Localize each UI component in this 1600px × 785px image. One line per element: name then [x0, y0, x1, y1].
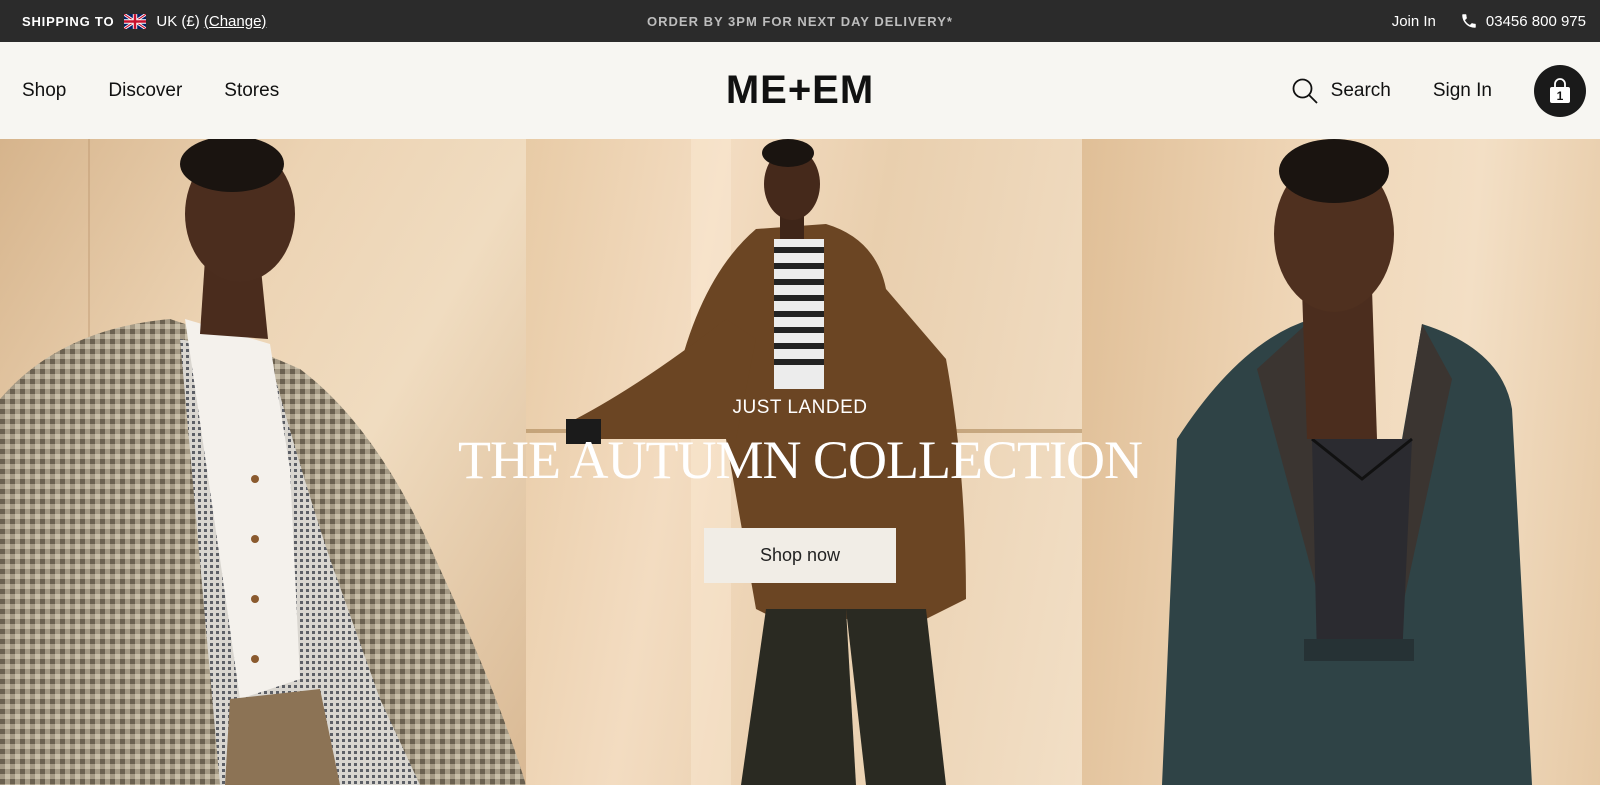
shopping-bag-icon: 1	[1550, 77, 1570, 103]
main-nav: Shop Discover Stores	[22, 80, 279, 102]
change-country-link[interactable]: (Change)	[204, 13, 267, 30]
phone-contact[interactable]: 03456 800 975	[1460, 12, 1586, 30]
search-label: Search	[1330, 79, 1391, 101]
search-icon	[1292, 78, 1318, 104]
hero-headline: THE AUTUMN COLLECTION	[458, 430, 1143, 490]
top-bar: SHIPPING TO UK (£) (Change) ORDER BY 3PM…	[0, 0, 1600, 42]
phone-icon	[1462, 14, 1476, 28]
shipping-label: SHIPPING TO	[22, 13, 115, 29]
nav-discover[interactable]: Discover	[108, 80, 182, 102]
join-in-link[interactable]: Join In	[1392, 13, 1436, 30]
search-button[interactable]: Search	[1291, 77, 1391, 105]
bag-count: 1	[1557, 89, 1564, 103]
hero-eyebrow: JUST LANDED	[732, 397, 868, 418]
main-header: Shop Discover Stores ME+EM Search Sign I…	[0, 42, 1600, 139]
sign-in-link[interactable]: Sign In	[1433, 80, 1492, 102]
shipping-selector: SHIPPING TO UK (£) (Change)	[22, 13, 266, 30]
phone-number: 03456 800 975	[1485, 12, 1586, 30]
hero-content: JUST LANDED THE AUTUMN COLLECTION Shop n…	[0, 397, 1600, 584]
shopping-bag-button[interactable]: 1	[1534, 64, 1586, 117]
nav-shop[interactable]: Shop	[22, 80, 66, 102]
shop-now-button[interactable]: Shop now	[704, 528, 896, 584]
country-currency: UK (£) (Change)	[156, 12, 267, 30]
uk-flag-icon	[124, 13, 147, 29]
hero-banner[interactable]: JUST LANDED THE AUTUMN COLLECTION Shop n…	[0, 139, 1600, 785]
nav-stores[interactable]: Stores	[224, 80, 279, 102]
